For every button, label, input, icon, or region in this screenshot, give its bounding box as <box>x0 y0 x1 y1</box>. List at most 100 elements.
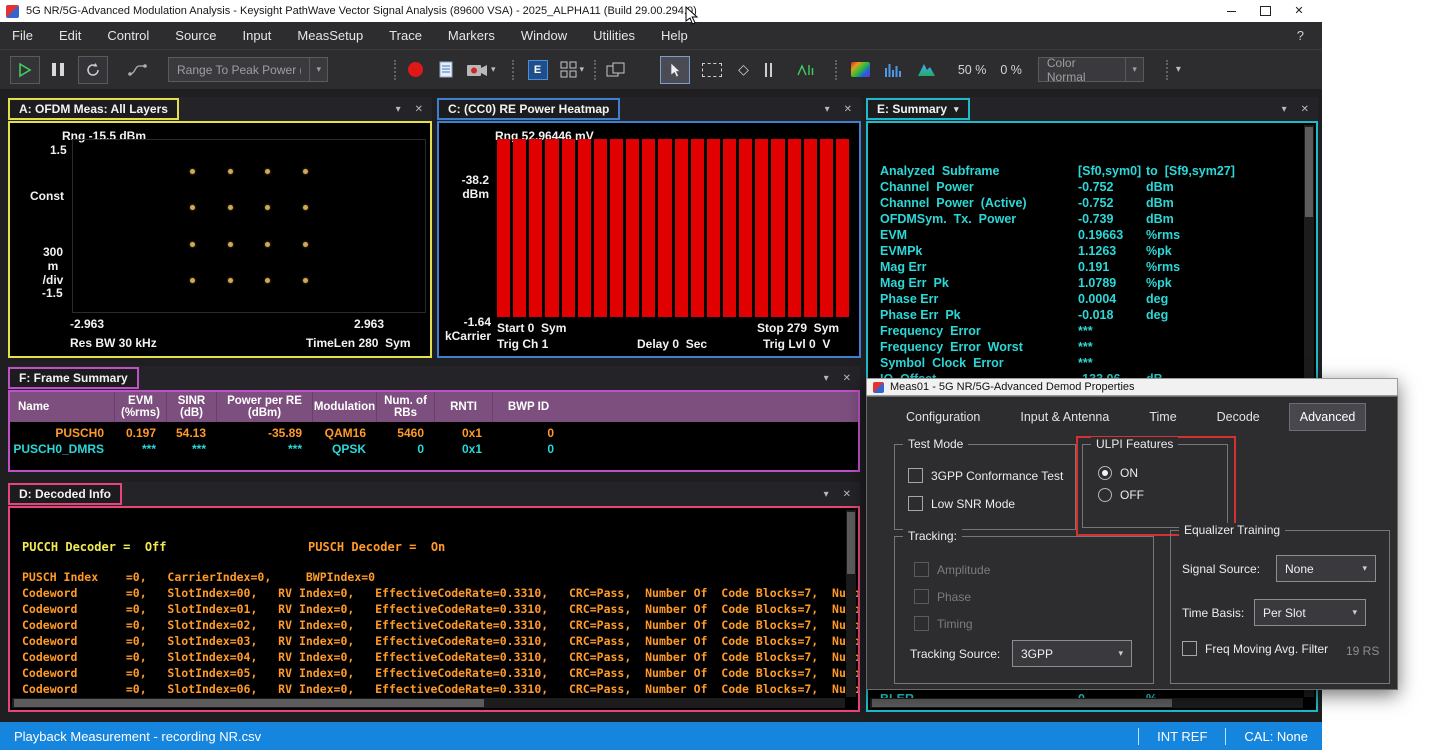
freq-moving-avg-checkbox[interactable]: Freq Moving Avg. Filter <box>1182 641 1328 656</box>
frame-summary-row[interactable]: PUSCH00.19754.13-35.89QAM1654600x10 <box>10 426 858 440</box>
column-header[interactable]: Num. ofRBs <box>376 392 434 422</box>
ulpi-on-radio[interactable]: ON <box>1098 466 1138 480</box>
menu-item-markers[interactable]: Markers <box>448 28 495 43</box>
zoom-select-button[interactable] <box>702 57 722 83</box>
maximize-button[interactable] <box>1248 0 1282 22</box>
menu-item-window[interactable]: Window <box>521 28 567 43</box>
menu-item-source[interactable]: Source <box>175 28 216 43</box>
window-menu-icon[interactable]: ▾ <box>824 489 829 500</box>
constellation-point <box>303 169 308 174</box>
tab-advanced[interactable]: Advanced <box>1290 404 1366 430</box>
close-button[interactable]: ✕ <box>1282 0 1316 22</box>
vertical-scrollbar[interactable] <box>846 510 856 697</box>
band-marker-button[interactable] <box>765 57 772 83</box>
play-button[interactable] <box>10 56 40 84</box>
restart-loop-button[interactable] <box>78 56 108 84</box>
marker-diamond-button[interactable]: ◇ <box>738 57 749 83</box>
scrollbar-thumb[interactable] <box>1305 127 1313 217</box>
int-ref-indicator: INT REF <box>1157 729 1207 744</box>
pause-button[interactable] <box>52 57 64 83</box>
low-snr-checkbox[interactable]: Low SNR Mode <box>908 496 1015 511</box>
chevron-down-icon[interactable]: ▾ <box>954 104 959 115</box>
conformance-test-checkbox[interactable]: 3GPP Conformance Test <box>908 468 1063 483</box>
tab-configuration[interactable]: Configuration <box>896 404 990 430</box>
menu-item-control[interactable]: Control <box>107 28 149 43</box>
horizontal-scrollbar[interactable] <box>12 698 845 708</box>
window-title[interactable]: F: Frame Summary <box>8 367 139 389</box>
window-title[interactable]: E: Summary ▾ <box>866 98 970 120</box>
tracking-source-combo[interactable]: 3GPP ▾ <box>1012 640 1132 667</box>
window-close-icon[interactable]: ✕ <box>415 104 423 115</box>
menu-item-meassetup[interactable]: MeasSetup <box>297 28 363 43</box>
checkbox-label: 3GPP Conformance Test <box>931 469 1063 483</box>
window-menu-icon[interactable]: ▾ <box>1282 104 1287 115</box>
scrollbar-thumb[interactable] <box>14 699 484 707</box>
constellation-point <box>303 278 308 283</box>
pucch-decoder-status: PUCCH Decoder = Off <box>22 540 167 554</box>
grid-layout-button[interactable]: ▾ <box>560 57 585 83</box>
column-header[interactable]: EVM(%rms) <box>114 392 166 422</box>
column-header[interactable]: BWP ID <box>492 392 564 422</box>
menu-item-file[interactable]: File <box>12 28 33 43</box>
help-button[interactable]: ? <box>1297 28 1304 43</box>
scrollbar-thumb[interactable] <box>847 512 855 574</box>
window-title[interactable]: D: Decoded Info <box>8 483 122 505</box>
spectrum-button[interactable] <box>917 57 936 83</box>
window-close-icon[interactable]: ✕ <box>843 489 851 500</box>
window-title[interactable]: C: (CC0) RE Power Heatmap <box>437 98 620 120</box>
select-tool-button[interactable] <box>660 56 690 84</box>
window-title[interactable]: A: OFDM Meas: All Layers <box>8 98 179 120</box>
window-menu-icon[interactable]: ▾ <box>824 373 829 384</box>
column-header[interactable]: Name <box>10 392 114 422</box>
marker-peak-button[interactable] <box>796 57 815 83</box>
timing-checkbox[interactable]: Timing <box>914 616 973 631</box>
time-basis-combo[interactable]: Per Slot ▾ <box>1254 599 1366 626</box>
window-close-icon[interactable]: ✕ <box>1301 104 1309 115</box>
menu-item-utilities[interactable]: Utilities <box>593 28 635 43</box>
window-menu-icon[interactable]: ▾ <box>396 104 401 115</box>
summary-row: OFDMSym. Tx. Power-0.739dBm <box>880 211 1300 227</box>
frame-summary-table: NameEVM(%rms)SINR(dB)Power per RE(dBm)Mo… <box>8 390 860 472</box>
column-header[interactable]: Power per RE(dBm) <box>216 392 312 422</box>
menu-item-help[interactable]: Help <box>661 28 688 43</box>
menu-item-trace[interactable]: Trace <box>389 28 422 43</box>
window-close-icon[interactable]: ✕ <box>844 104 852 115</box>
column-header[interactable]: RNTI <box>434 392 492 422</box>
column-header[interactable]: Modulation <box>312 392 376 422</box>
window-menu-icon[interactable]: ▾ <box>825 104 830 115</box>
minimize-button[interactable] <box>1214 0 1248 22</box>
column-header[interactable]: SINR(dB) <box>166 392 216 422</box>
horizontal-scrollbar[interactable] <box>870 698 1303 708</box>
radio-icon <box>1098 488 1112 502</box>
toolbar-overflow-button[interactable]: ▾ <box>1176 64 1181 75</box>
tab-time[interactable]: Time <box>1139 404 1186 430</box>
window-close-icon[interactable]: ✕ <box>843 373 851 384</box>
dialog-titlebar[interactable]: Meas01 - 5G NR/5G-Advanced Demod Propert… <box>866 378 1398 396</box>
menu-item-input[interactable]: Input <box>242 28 271 43</box>
log-notes-button[interactable] <box>439 57 453 83</box>
signal-source-combo[interactable]: None ▾ <box>1276 555 1376 582</box>
chevron-down-icon: ▾ <box>1125 58 1143 81</box>
tab-decode[interactable]: Decode <box>1207 404 1270 430</box>
spectrogram-button[interactable] <box>884 57 903 83</box>
window-decoded-info: D: Decoded Info ▾✕ PUCCH Decoder = Off P… <box>8 482 860 712</box>
color-combo[interactable]: Color Normal ▾ <box>1038 57 1144 82</box>
toolbar-separator <box>594 60 596 80</box>
menu-item-edit[interactable]: Edit <box>59 28 81 43</box>
record-button[interactable] <box>408 57 423 83</box>
frame-summary-row[interactable]: PUSCH0_DMRS*********QPSK00x10 <box>10 442 858 456</box>
amplitude-checkbox[interactable]: Amplitude <box>914 562 990 577</box>
signal-path-button[interactable] <box>128 57 148 83</box>
capture-button[interactable]: ▾ <box>467 57 496 83</box>
arrange-windows-button[interactable] <box>606 57 626 83</box>
range-combo[interactable]: Range To Peak Power (Default) ▾ <box>168 57 328 82</box>
heatmap-bar <box>804 139 817 317</box>
ulpi-off-radio[interactable]: OFF <box>1098 488 1144 502</box>
dialog-title: Meas01 - 5G NR/5G-Advanced Demod Propert… <box>890 381 1135 393</box>
delay-label: Delay 0 Sec <box>637 337 707 351</box>
colormap-button[interactable] <box>851 57 870 83</box>
phase-checkbox[interactable]: Phase <box>914 589 971 604</box>
scrollbar-thumb[interactable] <box>872 699 1172 707</box>
tab-input-antenna[interactable]: Input & Antenna <box>1010 404 1119 430</box>
display-e-button[interactable]: E <box>528 57 548 83</box>
